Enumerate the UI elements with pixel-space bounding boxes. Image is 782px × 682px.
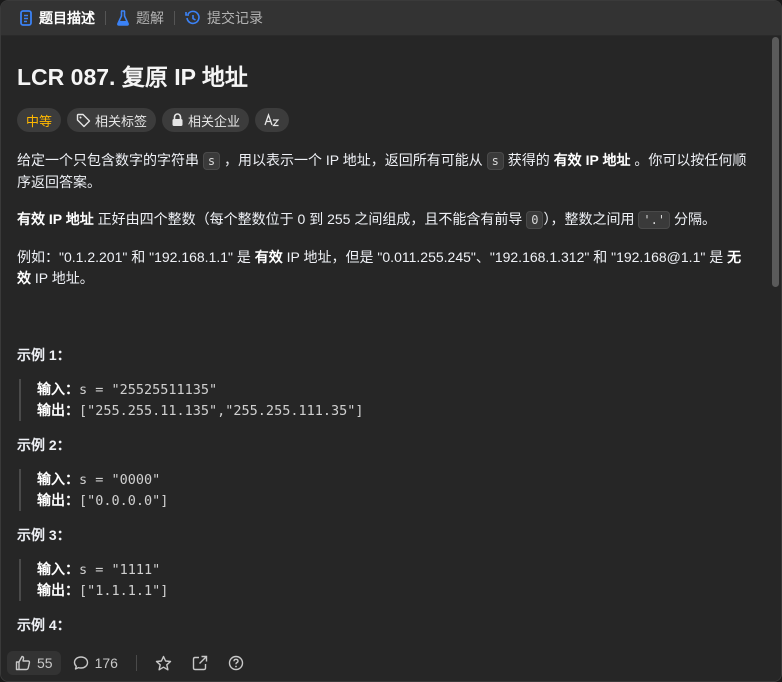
thumbs-up-icon [15, 655, 31, 671]
output-value: ["0.0.0.0"] [79, 493, 169, 509]
translate-icon [264, 113, 280, 127]
input-value: s = "25525511135" [79, 382, 218, 398]
document-icon [19, 10, 33, 26]
tab-solutions[interactable]: 题解 [110, 8, 170, 28]
desc-text: IP 地址，但是 "0.011.255.245"、"192.168.1.312"… [282, 249, 728, 265]
history-icon [185, 10, 201, 26]
example-title: 示例 1： [17, 347, 71, 363]
tag-icon [76, 113, 91, 128]
example-title: 示例 3： [17, 527, 71, 543]
related-companies-button[interactable]: 相关企业 [162, 108, 250, 132]
input-label: 输入： [37, 561, 79, 577]
desc-bold: 有效 IP 地址 [553, 152, 631, 168]
example-block: 输入：s = "25525511135" 输出：["255.255.11.135… [19, 379, 755, 421]
example-title: 示例 4： [17, 617, 71, 633]
problem-tags: 中等 相关标签 相关企业 [17, 108, 755, 132]
tab-description[interactable]: 题目描述 [13, 8, 101, 28]
desc-text: 例如："0.1.2.201" 和 "192.168.1.1" 是 [17, 249, 255, 265]
flask-icon [116, 10, 130, 26]
output-value: ["255.255.11.135","255.255.111.35"] [79, 403, 364, 419]
input-label: 输入： [37, 381, 79, 397]
problem-title: LCR 087. 复原 IP 地址 [17, 64, 248, 90]
input-label: 输入： [37, 471, 79, 487]
desc-text: ，用以表示一个 IP 地址，返回所有可能从 [220, 152, 487, 168]
like-count: 55 [37, 655, 53, 671]
inline-code: s [202, 152, 221, 170]
related-companies-label: 相关企业 [188, 113, 241, 129]
example-title: 示例 2： [17, 437, 71, 453]
problem-panel: 题目描述 题解 提交记录 LCR 087. 复原 IP 地址 中等 相关标签 相… [0, 0, 782, 682]
related-tags-button[interactable]: 相关标签 [67, 108, 157, 132]
input-value: s = "1111" [79, 562, 161, 578]
desc-text: 正好由四个整数（每个整数位于 0 到 255 之间组成，且不能含有前导 [93, 211, 527, 227]
desc-bold: 有效 IP 地址 [17, 211, 94, 227]
comment-icon [73, 655, 89, 671]
tab-bar: 题目描述 题解 提交记录 [1, 1, 781, 36]
translate-button[interactable] [255, 108, 290, 132]
bottom-divider [135, 655, 137, 671]
inline-code: 0 [526, 211, 544, 229]
output-label: 输出： [37, 582, 79, 598]
like-button[interactable]: 55 [7, 651, 61, 675]
favorite-button[interactable] [147, 651, 180, 676]
tab-divider [105, 11, 106, 25]
comment-count: 176 [94, 655, 118, 671]
star-icon [155, 655, 172, 672]
scrollbar-thumb[interactable] [772, 37, 779, 287]
output-label: 输出： [37, 492, 79, 508]
description-paragraph: 例如："0.1.2.201" 和 "192.168.1.1" 是 有效 IP 地… [17, 247, 755, 289]
example-block: 输入：s = "0000" 输出：["0.0.0.0"] [19, 469, 755, 511]
question-icon [228, 655, 244, 671]
desc-bold: 有效 [254, 249, 283, 265]
desc-text: 获得的 [503, 152, 554, 168]
help-button[interactable] [220, 651, 252, 675]
output-label: 输出： [37, 402, 79, 418]
inline-code: '.' [638, 211, 671, 229]
output-value: ["1.1.1.1"] [79, 583, 169, 599]
tab-divider [174, 11, 175, 25]
desc-text: 给定一个只包含数字的字符串 [17, 152, 203, 168]
comments-button[interactable]: 176 [65, 651, 126, 675]
lock-icon [171, 113, 184, 127]
example-block: 输入：s = "1111" 输出：["1.1.1.1"] [19, 559, 755, 601]
desc-text: ），整数之间用 [543, 211, 639, 227]
related-tags-label: 相关标签 [95, 113, 148, 129]
bottom-action-bar: 55 176 [1, 645, 781, 681]
tab-submissions[interactable]: 提交记录 [179, 8, 269, 28]
share-icon [192, 655, 208, 671]
description-paragraph: 给定一个只包含数字的字符串 s ，用以表示一个 IP 地址，返回所有可能从 s … [17, 150, 755, 193]
description-paragraph: 有效 IP 地址 正好由四个整数（每个整数位于 0 到 255 之间组成，且不能… [17, 209, 755, 231]
desc-text: 分隔。 [670, 211, 716, 227]
tab-label: 题解 [136, 10, 164, 26]
share-button[interactable] [184, 651, 216, 675]
input-value: s = "0000" [79, 472, 161, 488]
tab-label: 提交记录 [207, 10, 263, 26]
tab-label: 题目描述 [39, 10, 95, 26]
desc-text: IP 地址。 [31, 270, 94, 286]
inline-code: s [486, 152, 504, 170]
difficulty-badge[interactable]: 中等 [17, 108, 62, 132]
problem-content: LCR 087. 复原 IP 地址 中等 相关标签 相关企业 给定一个只包含数字… [1, 36, 771, 645]
